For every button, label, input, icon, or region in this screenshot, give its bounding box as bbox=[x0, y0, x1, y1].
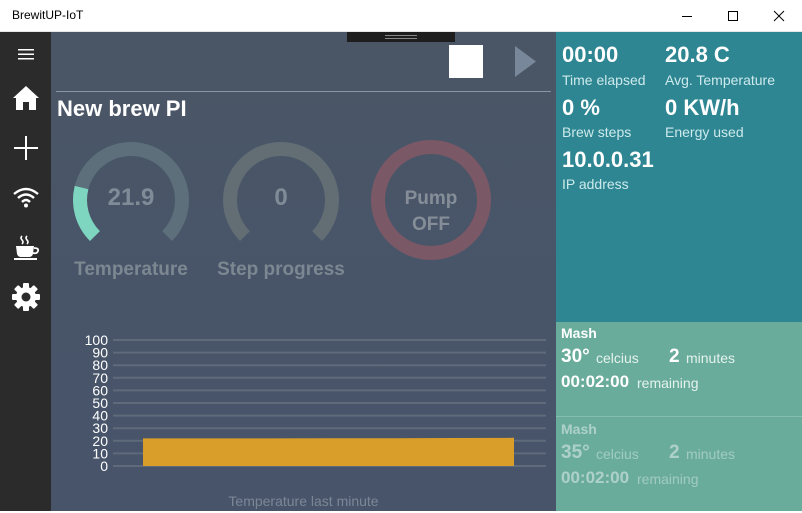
step-temperature: 30° bbox=[561, 346, 590, 367]
coffee-cup-icon bbox=[13, 235, 39, 260]
main-panel: New brew PI 21.9 Temperature 0 Step prog… bbox=[51, 32, 556, 511]
step-temperature-unit: celcius bbox=[596, 446, 639, 462]
left-nav bbox=[0, 32, 51, 511]
energy-used-value: 0 KW/h bbox=[665, 95, 740, 120]
step-divider bbox=[556, 416, 802, 417]
energy-used-label: Energy used bbox=[665, 124, 744, 140]
step-name: Mash bbox=[561, 421, 597, 437]
step-progress-label: Step progress bbox=[217, 259, 345, 280]
app-bar-grip[interactable] bbox=[347, 32, 455, 42]
step-remaining-time: 00:02:00 bbox=[561, 372, 630, 391]
brew-steps-label: Brew steps bbox=[562, 124, 632, 140]
maximize-icon bbox=[728, 11, 738, 21]
minimize-icon bbox=[682, 16, 692, 17]
brew-step-item[interactable]: Mash 35° celcius 2 minutes 00:02:00 rema… bbox=[556, 418, 802, 513]
hamburger-menu-button[interactable] bbox=[0, 32, 51, 76]
ip-address-label: IP address bbox=[562, 176, 629, 192]
home-icon bbox=[12, 86, 39, 110]
hamburger-icon bbox=[17, 49, 34, 60]
nav-item-home[interactable] bbox=[0, 76, 51, 120]
pump-label: Pump bbox=[404, 188, 458, 209]
step-name: Mash bbox=[561, 325, 597, 341]
chart-caption: Temperature last minute bbox=[228, 493, 379, 509]
temperature-area bbox=[143, 437, 514, 466]
window-title: BrewitUP-IoT bbox=[12, 8, 84, 22]
gear-icon bbox=[11, 283, 40, 311]
nav-item-settings[interactable] bbox=[0, 275, 51, 319]
header-divider bbox=[56, 91, 551, 92]
play-button[interactable] bbox=[513, 45, 537, 83]
step-minutes: 2 bbox=[669, 346, 680, 367]
temperature-label: Temperature bbox=[74, 259, 188, 280]
step-minutes-unit: minutes bbox=[686, 350, 736, 366]
play-icon bbox=[515, 46, 536, 77]
pump-status-text: Pump OFF bbox=[381, 186, 481, 238]
temperature-value: 21.9 bbox=[107, 184, 155, 211]
add-icon bbox=[13, 136, 38, 160]
step-temperature-unit: celcius bbox=[596, 350, 639, 366]
avg-temperature-label: Avg. Temperature bbox=[665, 72, 775, 88]
time-elapsed-value: 00:00 bbox=[562, 42, 619, 67]
step-remaining-label: remaining bbox=[637, 375, 699, 391]
temperature-chart: 0102030405060708090100 bbox=[85, 332, 546, 474]
stats-panel: 00:00 Time elapsed 20.8 C Avg. Temperatu… bbox=[556, 32, 802, 322]
step-temperature: 35° bbox=[561, 442, 590, 463]
step-minutes: 2 bbox=[669, 442, 680, 463]
close-icon bbox=[773, 10, 785, 22]
ip-address-value: 10.0.0.31 bbox=[562, 147, 654, 172]
minimize-button[interactable] bbox=[664, 0, 710, 32]
brew-steps-value: 0 % bbox=[562, 95, 600, 120]
pump-state: OFF bbox=[412, 214, 450, 235]
brew-steps-list: Mash 30° celcius 2 minutes 00:02:00 rema… bbox=[556, 322, 802, 511]
stop-button[interactable] bbox=[449, 45, 483, 78]
wifi-icon bbox=[12, 187, 39, 208]
step-remaining-label: remaining bbox=[637, 471, 699, 487]
step-remaining-time: 00:02:00 bbox=[561, 468, 630, 487]
brew-step-item[interactable]: Mash 30° celcius 2 minutes 00:02:00 rema… bbox=[556, 322, 802, 417]
close-button[interactable] bbox=[756, 0, 802, 32]
step-progress-value: 0 bbox=[274, 184, 288, 211]
nav-item-add[interactable] bbox=[0, 126, 51, 170]
title-bar: BrewitUP-IoT bbox=[0, 0, 802, 32]
y-tick-label: 100 bbox=[85, 332, 109, 348]
step-minutes-unit: minutes bbox=[686, 446, 736, 462]
time-elapsed-label: Time elapsed bbox=[562, 72, 646, 88]
nav-item-brew[interactable] bbox=[0, 225, 51, 269]
maximize-button[interactable] bbox=[710, 0, 756, 32]
nav-item-wifi[interactable] bbox=[0, 175, 51, 219]
page-title: New brew PI bbox=[57, 96, 187, 121]
avg-temperature-value: 20.8 C bbox=[665, 42, 730, 67]
